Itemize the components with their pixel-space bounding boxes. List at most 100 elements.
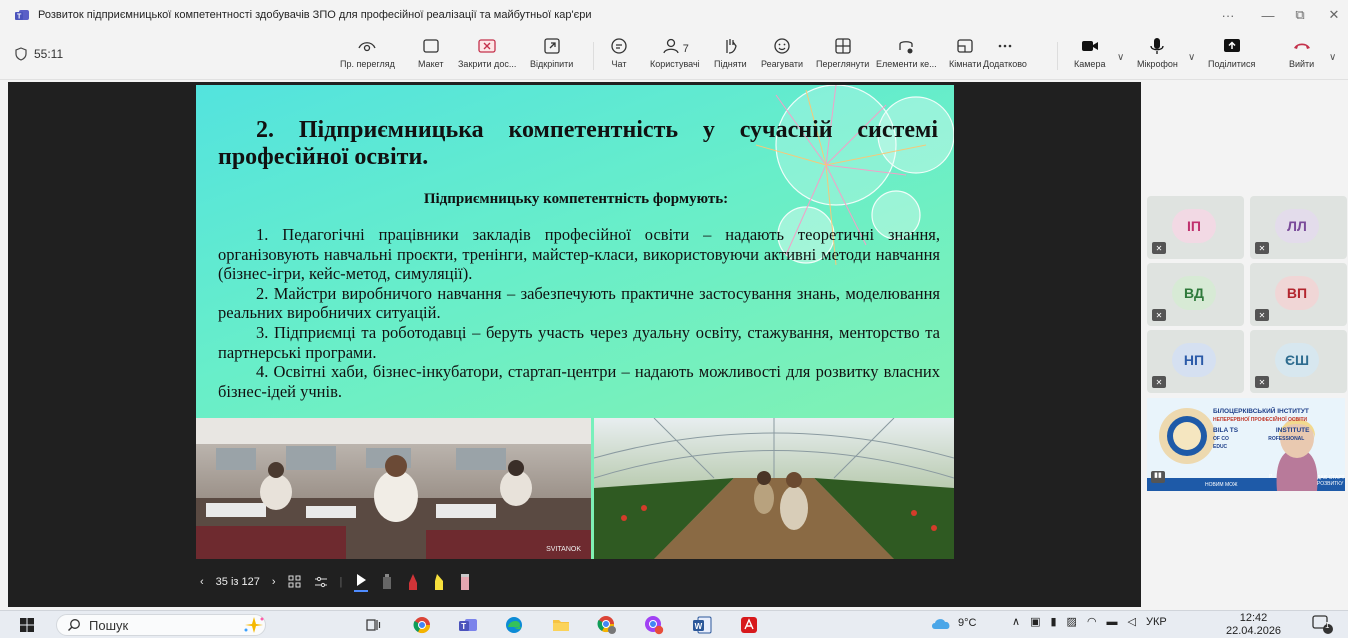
mic-tray-icon[interactable]: ▮ (1050, 615, 1056, 628)
layout-button[interactable]: Макет (418, 36, 443, 69)
slide-navigation: ‹ 35 із 127 › | (200, 570, 484, 594)
mic-options-chevron-icon[interactable]: ∨ (1188, 52, 1195, 63)
red-pen-icon[interactable] (406, 573, 420, 591)
react-button[interactable]: Реагувати (761, 36, 803, 69)
grid-view-icon[interactable] (288, 575, 302, 589)
list-item: 4. Освітні хаби, бізнес-інкубатори, стар… (218, 362, 940, 401)
participant-tile[interactable]: ЄШ ✕ (1250, 330, 1347, 393)
controls-icon (899, 41, 913, 54)
start-button[interactable] (16, 615, 38, 635)
rooms-icon (957, 39, 973, 53)
settings-sliders-icon[interactable] (314, 575, 328, 589)
participant-tile[interactable]: ВП ✕ (1250, 263, 1347, 326)
acrobat-icon[interactable] (738, 615, 760, 635)
task-view-icon[interactable] (362, 615, 384, 635)
pointer-tool-button[interactable] (354, 573, 369, 592)
leave-button[interactable]: Вийти (1289, 36, 1314, 69)
language-indicator[interactable]: УКР (1146, 616, 1167, 628)
camera-button[interactable]: Камера (1074, 36, 1105, 69)
system-tray: ∧ ▣ ▮ ▨ ◠ ▬ ◁ УКР (1012, 615, 1167, 629)
raise-hand-button[interactable]: Підняти (714, 36, 747, 69)
notification-center-button[interactable]: 1 (1312, 615, 1334, 638)
unpin-icon (543, 38, 560, 54)
file-explorer-icon[interactable] (550, 615, 572, 635)
windows-logo-icon (20, 618, 34, 632)
layout-icon (423, 39, 439, 53)
list-item: 2. Майстри виробничого навчання – забезп… (218, 283, 940, 323)
react-icon (774, 38, 790, 54)
controls-button[interactable]: Елементи ке... (876, 36, 937, 69)
eye-icon (358, 42, 377, 52)
banner-footer-mid: Р (1269, 474, 1273, 480)
slide-counter: 35 із 127 (215, 576, 260, 588)
avatar: НП (1172, 343, 1216, 377)
participant-tile[interactable]: НП ✕ (1147, 330, 1244, 393)
participant-tile[interactable]: ІП ✕ (1147, 196, 1244, 259)
avatar: ЄШ (1275, 343, 1319, 377)
volume-icon[interactable]: ◁ (1128, 615, 1136, 628)
close-window-button[interactable]: ✕ (1314, 0, 1348, 30)
window-title: Розвиток підприємницької компетентності … (38, 9, 592, 21)
participant-tile[interactable]: ВД ✕ (1147, 263, 1244, 326)
clock[interactable]: 12:42 22.04.2026 (1226, 612, 1281, 638)
meeting-toolbar: 55:11 Пр. перегляд Макет Закрити дос... … (0, 30, 1348, 80)
copilot-sparkle-icon[interactable] (240, 615, 268, 635)
participant-tile[interactable]: ЛЛ ✕ (1250, 196, 1347, 259)
chrome-icon[interactable] (411, 615, 433, 635)
camera-icon (1081, 41, 1098, 51)
slide-title: 2. Підприємницька компетентність у сучас… (218, 117, 938, 170)
weather-widget[interactable]: 9°C (930, 616, 976, 630)
word-icon[interactable]: W (691, 615, 713, 635)
rooms-button[interactable]: Кімнати (949, 36, 981, 69)
chrome-notification-icon[interactable] (643, 615, 665, 635)
mic-icon (1150, 38, 1165, 54)
chrome-profile-icon[interactable] (596, 615, 618, 635)
teams-logo-icon: T (15, 10, 29, 21)
chat-icon (611, 38, 627, 54)
pointer-icon (357, 573, 367, 586)
toolbar-divider (593, 42, 594, 70)
avatar: ІП (1172, 209, 1216, 243)
show-hidden-icons-icon[interactable]: ∧ (1012, 615, 1020, 628)
stop-sharing-button[interactable]: Закрити дос... (458, 36, 516, 69)
teams-icon[interactable]: T (457, 615, 479, 635)
laser-pen-icon[interactable] (380, 573, 394, 591)
taskbar-search-input[interactable]: Пошук (56, 614, 266, 636)
windows-taskbar: Пошук T W 9°C ∧ ▣ ▮ ▨ ◠ ▬ ◁ УКР 12:42 22… (0, 610, 1348, 638)
list-item: 3. Підприємці та роботодавці – беруть уч… (218, 322, 940, 362)
microphone-button[interactable]: Мікрофон (1137, 36, 1178, 69)
meeting-timer: 55:11 (14, 47, 63, 61)
svg-text:T: T (461, 622, 466, 631)
camera-options-chevron-icon[interactable]: ∨ (1117, 52, 1124, 63)
prev-slide-button[interactable]: ‹ (200, 576, 204, 588)
search-icon (68, 619, 80, 631)
title-bar: T Розвиток підприємницької компетентност… (0, 0, 1348, 30)
battery-icon[interactable]: ▬ (1107, 616, 1118, 628)
cloud-icon (932, 619, 950, 629)
people-icon (663, 38, 679, 54)
preview-button[interactable]: Пр. перегляд (340, 36, 395, 69)
more-options-icon[interactable]: ··· (1208, 0, 1248, 30)
next-slide-button[interactable]: › (272, 576, 276, 588)
eraser-icon[interactable] (458, 573, 472, 591)
highlighter-icon[interactable] (432, 573, 446, 591)
view-button[interactable]: Переглянути (816, 36, 869, 69)
unpin-button[interactable]: Відкріпити (530, 36, 573, 69)
watermark: SVITANOK (546, 546, 581, 553)
close-share-icon (478, 39, 496, 53)
more-button[interactable]: Додатково (983, 36, 1027, 69)
leave-options-chevron-icon[interactable]: ∨ (1329, 52, 1336, 63)
share-button[interactable]: Поділитися (1208, 36, 1255, 69)
toolbar-divider (1057, 42, 1058, 70)
notification-icon (1312, 615, 1333, 634)
people-button[interactable]: 7 Користувачі (650, 36, 700, 69)
mic-muted-icon: ✕ (1255, 376, 1269, 388)
more-icon (998, 44, 1012, 48)
wifi-icon[interactable]: ◠ (1087, 615, 1097, 628)
mic-muted-icon: ✕ (1152, 376, 1166, 388)
edge-icon[interactable] (503, 615, 525, 635)
screen-share-tray-icon[interactable]: ▨ (1067, 615, 1077, 628)
monitor-icon[interactable]: ▣ (1030, 615, 1040, 628)
speaker-video-tile[interactable]: БІЛОЦЕРКІВСЬКИЙ ІНСТИТУТ НЕПЕРЕРВНОЇ ПРО… (1147, 398, 1345, 491)
chat-button[interactable]: Чат (609, 36, 629, 69)
